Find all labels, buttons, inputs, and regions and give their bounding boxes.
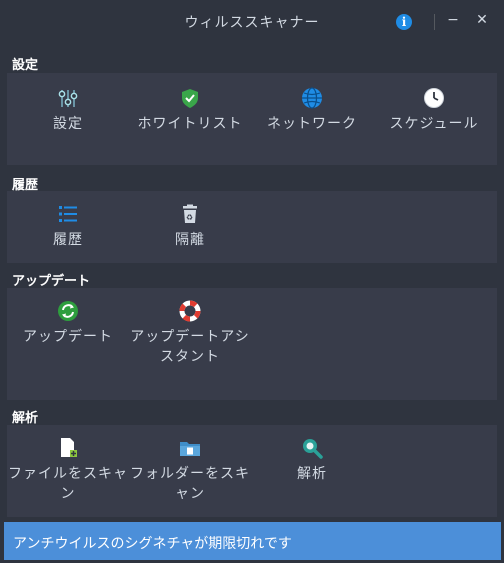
quarantine-button[interactable]: ♻ 隔離 — [129, 203, 251, 250]
history-button[interactable]: 履歴 — [7, 203, 129, 250]
section-title-analysis: 解析 — [12, 411, 39, 426]
section-title-update: アップデート — [12, 274, 91, 289]
scan-file-label: ファイルをスキャン — [8, 466, 128, 502]
close-button[interactable]: ✕ — [474, 10, 490, 30]
status-message: アンチウイルスのシグネチャが期限切れです — [13, 536, 292, 552]
whitelist-button[interactable]: ホワイトリスト — [129, 87, 251, 134]
file-add-icon — [57, 437, 79, 459]
lifebuoy-icon — [179, 300, 201, 322]
section-title-settings: 設定 — [12, 58, 39, 73]
clock-icon — [423, 87, 445, 109]
globe-icon — [301, 87, 323, 109]
refresh-icon — [57, 300, 79, 322]
svg-text:♻: ♻ — [186, 213, 194, 222]
update-assistant-button[interactable]: アップデートアシスタント — [129, 300, 251, 367]
whitelist-label: ホワイトリスト — [137, 116, 243, 132]
list-icon — [57, 203, 79, 225]
panel-update: アップデート アップデートアシスタント — [7, 288, 497, 400]
analysis-label: 解析 — [297, 466, 327, 482]
trash-icon: ♻ — [179, 203, 201, 225]
scan-file-button[interactable]: ファイルをスキャン — [7, 437, 129, 504]
quarantine-label: 隔離 — [175, 232, 205, 248]
network-button[interactable]: ネットワーク — [251, 87, 373, 134]
settings-label: 設定 — [53, 116, 83, 132]
schedule-label: スケジュール — [389, 116, 479, 132]
info-icon[interactable]: i — [396, 14, 412, 30]
settings-button[interactable]: 設定 — [7, 87, 129, 134]
analysis-button[interactable]: 解析 — [251, 437, 373, 484]
window-title: ウィルススキャナー — [184, 15, 320, 31]
minimize-button[interactable]: − — [446, 10, 460, 30]
folder-icon — [179, 437, 201, 459]
network-label: ネットワーク — [267, 116, 357, 132]
update-assistant-label: アップデートアシスタント — [130, 329, 250, 365]
update-button[interactable]: アップデート — [7, 300, 129, 347]
update-label: アップデート — [23, 329, 113, 345]
titlebar-separator — [434, 14, 435, 30]
schedule-button[interactable]: スケジュール — [373, 87, 495, 134]
title-bar: ウィルススキャナー i − ✕ — [0, 0, 504, 44]
magnifier-icon — [301, 437, 323, 459]
scan-folder-button[interactable]: フォルダーをスキャン — [129, 437, 251, 504]
panel-analysis: ファイルをスキャン フォルダーをスキャン 解析 — [7, 425, 497, 517]
panel-history: 履歴 ♻ 隔離 — [7, 191, 497, 263]
panel-settings: 設定 ホワイトリスト ネットワーク スケジュール — [7, 73, 497, 165]
status-bar: アンチウイルスのシグネチャが期限切れです — [4, 522, 501, 560]
history-label: 履歴 — [53, 232, 83, 248]
scan-folder-label: フォルダーをスキャン — [130, 466, 250, 502]
shield-check-icon — [179, 87, 201, 109]
settings-sliders-icon — [57, 87, 79, 109]
